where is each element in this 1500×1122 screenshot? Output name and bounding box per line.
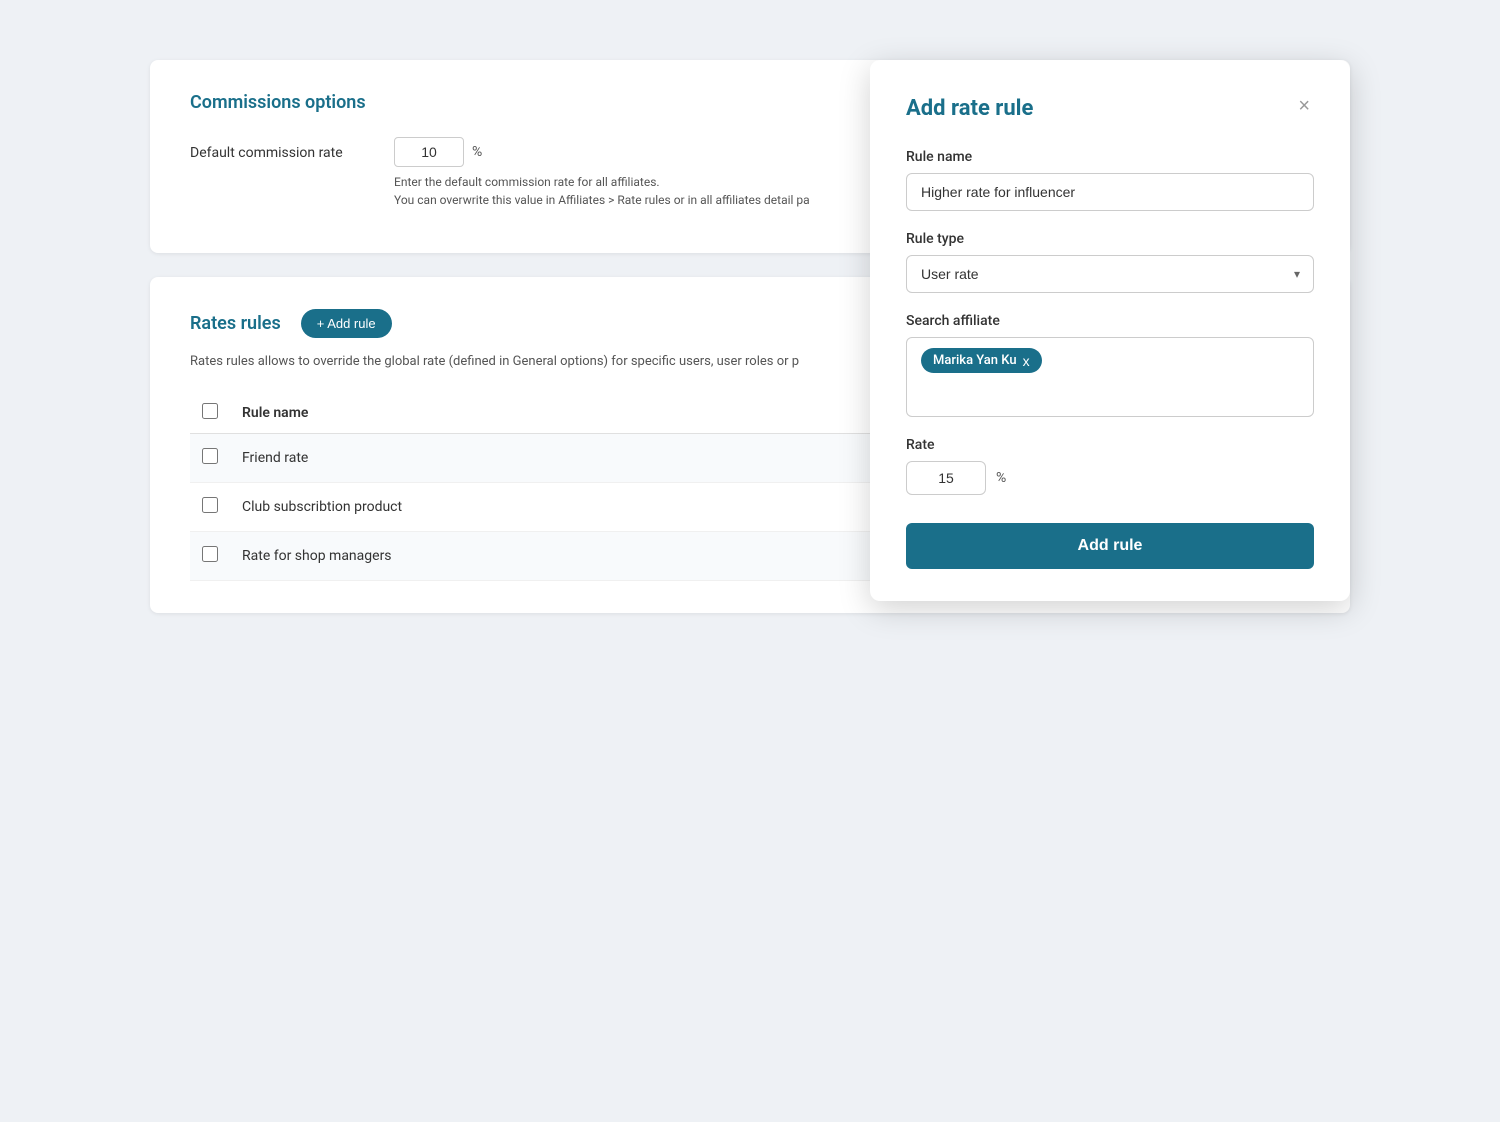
affiliate-tag-name: Marika Yan Ku [933,353,1017,368]
rate-label: Rate [906,437,1314,453]
rule-type-label: Rule type [906,231,1314,247]
rate-suffix: % [996,470,1006,486]
rule-type-select-wrapper: User rate Product rate User role ▾ [906,255,1314,293]
row-checkbox[interactable] [202,497,218,513]
select-all-checkbox[interactable] [202,403,218,419]
rate-input-row: % [906,461,1314,495]
default-rate-input-group: % [394,137,810,167]
affiliate-search-box[interactable]: Marika Yan Ku x [906,337,1314,417]
rule-name-field: Rule name [906,149,1314,211]
modal-header: Add rate rule × [906,96,1314,121]
default-rate-label: Default commission rate [190,137,370,161]
affiliate-tag-remove-button[interactable]: x [1023,354,1030,368]
modal-title: Add rate rule [906,96,1033,121]
table-header-checkbox [190,393,230,434]
rule-type-select[interactable]: User rate Product rate User role [906,255,1314,293]
search-affiliate-label: Search affiliate [906,313,1314,329]
rate-input[interactable] [906,461,986,495]
page-wrapper: Commissions options Default commission r… [150,60,1350,613]
default-rate-helper: Enter the default commission rate for al… [394,173,810,209]
default-rate-input[interactable] [394,137,464,167]
search-affiliate-field: Search affiliate Marika Yan Ku x [906,313,1314,417]
add-rule-button[interactable]: + Add rule [301,309,392,338]
table-header-name: Rule name [230,393,929,434]
modal-close-button[interactable]: × [1294,96,1314,116]
rule-name-label: Rule name [906,149,1314,165]
row-checkbox[interactable] [202,448,218,464]
row-name: Rate for shop managers [230,532,929,581]
rule-type-field: Rule type User rate Product rate User ro… [906,231,1314,293]
row-name: Club subscribtion product [230,483,929,532]
add-rate-rule-modal: Add rate rule × Rule name Rule type User… [870,60,1350,601]
rates-rules-title: Rates rules [190,313,281,334]
row-name: Friend rate [230,434,929,483]
row-checkbox-cell [190,483,230,532]
rate-field: Rate % [906,437,1314,495]
affiliate-tag: Marika Yan Ku x [921,348,1042,373]
row-checkbox-cell [190,532,230,581]
row-checkbox-cell [190,434,230,483]
default-rate-suffix: % [472,144,482,160]
row-checkbox[interactable] [202,546,218,562]
default-rate-field: % Enter the default commission rate for … [394,137,810,209]
rule-name-input[interactable] [906,173,1314,211]
add-rule-submit-button[interactable]: Add rule [906,523,1314,569]
